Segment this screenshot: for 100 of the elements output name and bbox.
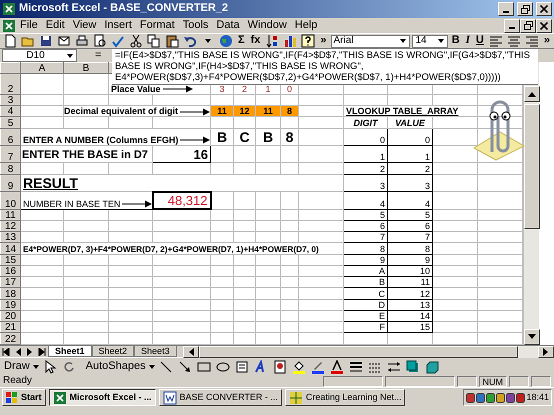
- row-header[interactable]: 12: [0, 220, 20, 232]
- fill-color-icon[interactable]: [292, 360, 306, 374]
- align-center-icon[interactable]: [506, 34, 521, 48]
- formula-text[interactable]: =IF(E4>$D$7,"THIS BASE IS WRONG",IF(F4>$D$7,"THIS BASE IS WRONG",IF(G4>$D$7,"THIS BASE IS WRONG",IF(H4>$D$7,"THIS BASE IS WRONG", E4*POWER($D$7,3)+F4*POWER($D$7,2)+G4*POWER($D$7, 1)+H4*POWER($D$7,0))))): [112, 49, 538, 85]
- column-header[interactable]: B: [64, 62, 108, 74]
- scroll-down-button[interactable]: [524, 329, 540, 345]
- line-style-icon[interactable]: [348, 360, 363, 374]
- mail-icon[interactable]: [57, 34, 71, 48]
- menu-item[interactable]: Help: [290, 18, 322, 32]
- draw-menu-button[interactable]: Draw: [4, 360, 30, 374]
- menu-item[interactable]: Data: [212, 18, 244, 32]
- more-buttons-button[interactable]: »: [542, 34, 552, 48]
- row-header[interactable]: 13: [0, 232, 20, 243]
- sheet-tab[interactable]: Sheet3: [134, 346, 177, 358]
- paste-icon[interactable]: [165, 34, 179, 48]
- sort-icon[interactable]: [265, 34, 280, 48]
- last-sheet-icon[interactable]: [38, 348, 46, 356]
- row-header[interactable]: 20: [0, 310, 20, 322]
- pointer-icon[interactable]: [42, 360, 57, 374]
- rotate-icon[interactable]: [62, 360, 76, 374]
- next-sheet-icon[interactable]: [26, 348, 34, 356]
- taskbar-button[interactable]: Microsoft Excel - ...: [48, 389, 156, 406]
- minimize-button[interactable]: [504, 18, 520, 32]
- oval-icon[interactable]: [216, 360, 230, 374]
- row-header[interactable]: 19: [0, 299, 20, 310]
- arrow-tool-icon[interactable]: [178, 360, 192, 374]
- spelling-icon[interactable]: [111, 34, 125, 48]
- clip-art-icon[interactable]: [272, 360, 287, 374]
- text-box-icon[interactable]: [234, 360, 249, 374]
- line-icon[interactable]: [158, 360, 173, 374]
- italic-button[interactable]: I: [464, 34, 472, 48]
- menu-item[interactable]: View: [68, 18, 100, 32]
- menu-item[interactable]: Edit: [42, 18, 69, 32]
- sheet-tab[interactable]: Sheet1: [48, 346, 92, 358]
- row-header[interactable]: 11: [0, 209, 20, 220]
- row-header[interactable]: 9: [0, 174, 20, 192]
- shadow-icon[interactable]: [406, 360, 420, 374]
- column-header[interactable]: A: [20, 62, 64, 74]
- row-header[interactable]: 6: [0, 128, 20, 146]
- row-header[interactable]: 18: [0, 288, 20, 300]
- row-header[interactable]: 4: [0, 106, 20, 117]
- scroll-up-button[interactable]: [524, 86, 540, 102]
- align-left-icon[interactable]: [488, 34, 503, 48]
- first-sheet-icon[interactable]: [2, 348, 10, 356]
- print-icon[interactable]: [75, 34, 89, 48]
- row-header[interactable]: 21: [0, 322, 20, 333]
- start-button[interactable]: Start: [2, 389, 46, 406]
- row-header[interactable]: 22: [0, 332, 20, 344]
- print-preview-icon[interactable]: [93, 34, 107, 48]
- copy-icon[interactable]: [147, 34, 161, 48]
- scissors-icon[interactable]: [129, 34, 143, 48]
- help-icon[interactable]: [301, 34, 316, 48]
- autosum-button[interactable]: Σ: [236, 34, 247, 48]
- function-button[interactable]: fx: [248, 34, 262, 48]
- undo-icon[interactable]: [183, 34, 197, 48]
- scroll-left-button[interactable]: [182, 346, 199, 358]
- scroll-right-button[interactable]: [538, 346, 554, 358]
- 3d-icon[interactable]: [424, 360, 439, 374]
- row-header[interactable]: 16: [0, 265, 20, 277]
- restore-button[interactable]: [517, 2, 533, 16]
- align-right-icon[interactable]: [524, 34, 539, 48]
- taskbar-button[interactable]: BASE CONVERTER - ...: [158, 389, 282, 406]
- minimize-button[interactable]: [498, 2, 514, 16]
- row-header[interactable]: 8: [0, 162, 20, 174]
- row-header[interactable]: 2: [0, 74, 20, 94]
- sheet-tab[interactable]: Sheet2: [92, 346, 134, 358]
- font-select[interactable]: Arial: [330, 34, 410, 48]
- restore-button[interactable]: [520, 18, 536, 32]
- close-button[interactable]: [536, 2, 552, 16]
- line-color-icon[interactable]: [310, 360, 325, 374]
- menu-item[interactable]: Format: [136, 18, 179, 32]
- underline-button[interactable]: U: [474, 34, 486, 48]
- menu-item[interactable]: Insert: [100, 18, 136, 32]
- row-header[interactable]: 3: [0, 94, 20, 106]
- close-button[interactable]: [536, 18, 552, 32]
- column-label: VALUE: [388, 116, 432, 128]
- previous-sheet-icon[interactable]: [14, 348, 22, 356]
- table-cell: 13: [388, 299, 432, 310]
- chart-icon[interactable]: [283, 34, 298, 48]
- row-header[interactable]: 17: [0, 276, 20, 288]
- scroll-thumb[interactable]: [198, 346, 518, 358]
- row-header[interactable]: 15: [0, 254, 20, 266]
- menu-item[interactable]: Tools: [178, 18, 212, 32]
- globe-icon[interactable]: [219, 34, 233, 48]
- row-header[interactable]: 14: [0, 242, 20, 254]
- save-icon[interactable]: [39, 34, 53, 48]
- autoshapes-menu-button[interactable]: AutoShapes: [86, 360, 146, 374]
- row-header[interactable]: 10: [0, 192, 20, 210]
- font-size-select[interactable]: 14: [412, 34, 448, 48]
- taskbar-button[interactable]: Creating Learning Net...: [284, 389, 406, 406]
- menu-item[interactable]: File: [16, 18, 42, 32]
- font-color-icon[interactable]: [330, 360, 344, 374]
- arrow-style-icon[interactable]: [386, 360, 401, 374]
- row-header[interactable]: 5: [0, 116, 20, 128]
- menu-item[interactable]: Window: [244, 18, 291, 32]
- bold-button[interactable]: B: [450, 34, 462, 48]
- scroll-thumb[interactable]: [524, 104, 540, 229]
- rectangle-icon[interactable]: [196, 360, 211, 374]
- row-header[interactable]: 7: [0, 145, 20, 163]
- more-buttons-button[interactable]: »: [318, 34, 329, 48]
